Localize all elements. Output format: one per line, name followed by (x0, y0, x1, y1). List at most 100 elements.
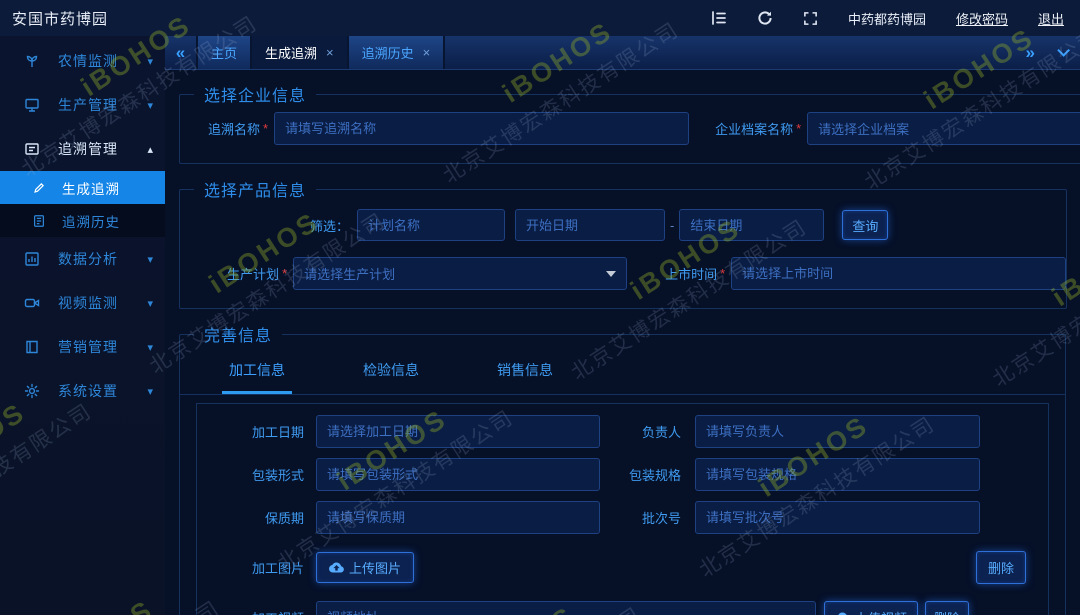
sidebar-item-label: 视频监测 (58, 293, 147, 313)
sidebar-subitem-trace-history[interactable]: 追溯历史 (0, 204, 165, 237)
sidebar-item-label: 生产管理 (58, 95, 147, 115)
gear-icon (24, 383, 40, 399)
section-complete-info: 完善信息 加工信息 检验信息 销售信息 加工日期 负责人 包装形式 包装规格 (179, 322, 1066, 615)
tab-label: 主页 (211, 43, 237, 62)
chevron-down-icon (606, 271, 616, 277)
shelf-life-input[interactable] (316, 501, 600, 534)
chevron-up-icon: ▴ (147, 143, 153, 156)
section-title: 选择产品信息 (194, 177, 316, 201)
end-date-input[interactable] (679, 209, 824, 241)
required-marker: * (720, 266, 725, 281)
chevron-down-icon: ▾ (147, 99, 153, 112)
select-placeholder: 请选择企业档案 (818, 119, 909, 138)
select-placeholder: 请选择生产计划 (304, 264, 395, 283)
upload-image-button[interactable]: 上传图片 (316, 552, 414, 583)
chevron-down-icon: ▾ (147, 341, 153, 354)
tab-generate-trace[interactable]: 生成追溯 × (252, 36, 349, 69)
process-date-input[interactable] (316, 415, 600, 448)
video-url-input[interactable] (316, 601, 816, 615)
fullscreen-icon[interactable] (803, 11, 818, 26)
change-password-link[interactable]: 修改密码 (956, 9, 1008, 28)
search-button[interactable]: 查询 (842, 210, 888, 240)
tabs-scroll-left-icon[interactable]: « (165, 36, 198, 69)
trace-name-label: 追溯名称 (208, 119, 260, 138)
delete-image-button[interactable]: 删除 (976, 551, 1026, 584)
production-plan-label: 生产计划 (227, 264, 279, 283)
trace-name-input[interactable] (274, 112, 689, 145)
tabbar-spacer (445, 36, 1025, 69)
production-plan-select[interactable]: 请选择生产计划 (293, 257, 627, 290)
launch-time-label: 上市时间 (665, 264, 717, 283)
plan-name-input[interactable] (357, 209, 505, 241)
close-icon[interactable]: × (326, 45, 334, 60)
cloud-upload-icon (329, 560, 344, 575)
cloud-upload-icon (835, 610, 850, 615)
topbar: 安国市药博园 中药都药博园 修改密码 退出 (0, 0, 1080, 36)
required-marker: * (263, 121, 268, 136)
collapse-menu-icon[interactable] (711, 10, 727, 26)
pen-icon (32, 181, 46, 195)
sidebar-item-production-management[interactable]: 生产管理 ▾ (0, 83, 165, 127)
process-date-label: 加工日期 (197, 422, 304, 441)
book-icon (24, 339, 40, 355)
sidebar-item-system-settings[interactable]: 系统设置 ▾ (0, 369, 165, 413)
tab-sales-info[interactable]: 销售信息 (490, 360, 560, 394)
sidebar-item-label: 数据分析 (58, 249, 147, 269)
batch-number-label: 批次号 (600, 508, 681, 527)
package-spec-input[interactable] (695, 458, 980, 491)
chevron-down-icon: ▾ (147, 297, 153, 310)
enterprise-archive-select[interactable]: 请选择企业档案 (807, 112, 1080, 145)
upload-image-label: 上传图片 (349, 558, 401, 577)
logout-link[interactable]: 退出 (1038, 9, 1064, 28)
process-video-label: 加工视频 (197, 608, 304, 615)
app-window: 安国市药博园 中药都药博园 修改密码 退出 农情监测 ▾ (0, 0, 1080, 615)
start-date-input[interactable] (515, 209, 665, 241)
upload-video-button[interactable]: 上传视频 (824, 601, 918, 615)
close-icon[interactable]: × (423, 45, 431, 60)
section-title: 完善信息 (194, 322, 282, 346)
complete-info-tabs: 加工信息 检验信息 销售信息 (180, 346, 1065, 395)
app-title: 安国市药博园 (0, 8, 108, 29)
section-product-info: 选择产品信息 筛选： - 查询 生产计划 * 请选择生产计划 上市时间 * (179, 177, 1067, 309)
sidebar-item-label: 农情监测 (58, 51, 147, 71)
chevron-down-icon: ▾ (147, 385, 153, 398)
upload-video-label: 上传视频 (855, 608, 907, 615)
sidebar-item-data-analysis[interactable]: 数据分析 ▾ (0, 237, 165, 281)
sidebar-item-label: 系统设置 (58, 381, 147, 401)
sidebar-item-agriculture-monitor[interactable]: 农情监测 ▾ (0, 39, 165, 83)
tabs-dropdown-icon[interactable] (1057, 44, 1070, 57)
delete-video-button[interactable]: 删除 (925, 601, 969, 615)
org-name: 中药都药博园 (848, 9, 926, 28)
sidebar-subitem-label: 追溯历史 (62, 211, 153, 231)
package-form-input[interactable] (316, 458, 600, 491)
monitor-icon (24, 97, 40, 113)
launch-time-input[interactable] (731, 257, 1066, 290)
manager-input[interactable] (695, 415, 980, 448)
tab-home[interactable]: 主页 (198, 36, 252, 69)
date-range-separator: - (670, 218, 674, 233)
process-image-label: 加工图片 (197, 558, 304, 577)
batch-number-input[interactable] (695, 501, 980, 534)
sidebar-item-video-monitor[interactable]: 视频监测 ▾ (0, 281, 165, 325)
section-enterprise-info: 选择企业信息 追溯名称 * 企业档案名称 * 请选择企业档案 (179, 82, 1080, 164)
tabbar: « 主页 生成追溯 × 追溯历史 × » (165, 36, 1080, 70)
tab-processing-info[interactable]: 加工信息 (222, 360, 292, 394)
tab-trace-history[interactable]: 追溯历史 × (349, 36, 446, 69)
manager-label: 负责人 (600, 422, 681, 441)
sidebar-item-label: 追溯管理 (58, 139, 147, 159)
sidebar-subitem-label: 生成追溯 (62, 178, 153, 198)
sprout-icon (24, 53, 40, 69)
trace-card-icon (24, 141, 40, 157)
tabbar-right: » (1026, 36, 1080, 69)
sidebar-subitem-generate-trace[interactable]: 生成追溯 (0, 171, 165, 204)
sidebar-item-trace-management[interactable]: 追溯管理 ▴ (0, 127, 165, 171)
tab-inspection-info[interactable]: 检验信息 (356, 360, 426, 394)
sidebar-item-marketing-management[interactable]: 营销管理 ▾ (0, 325, 165, 369)
section-title: 选择企业信息 (194, 82, 316, 106)
topbar-actions: 中药都药博园 修改密码 退出 (711, 9, 1080, 28)
tabs-scroll-right-icon[interactable]: » (1026, 43, 1035, 63)
sidebar-submenu: 生成追溯 追溯历史 (0, 171, 165, 237)
required-marker: * (282, 266, 287, 281)
refresh-icon[interactable] (757, 10, 773, 26)
camera-icon (24, 295, 40, 311)
